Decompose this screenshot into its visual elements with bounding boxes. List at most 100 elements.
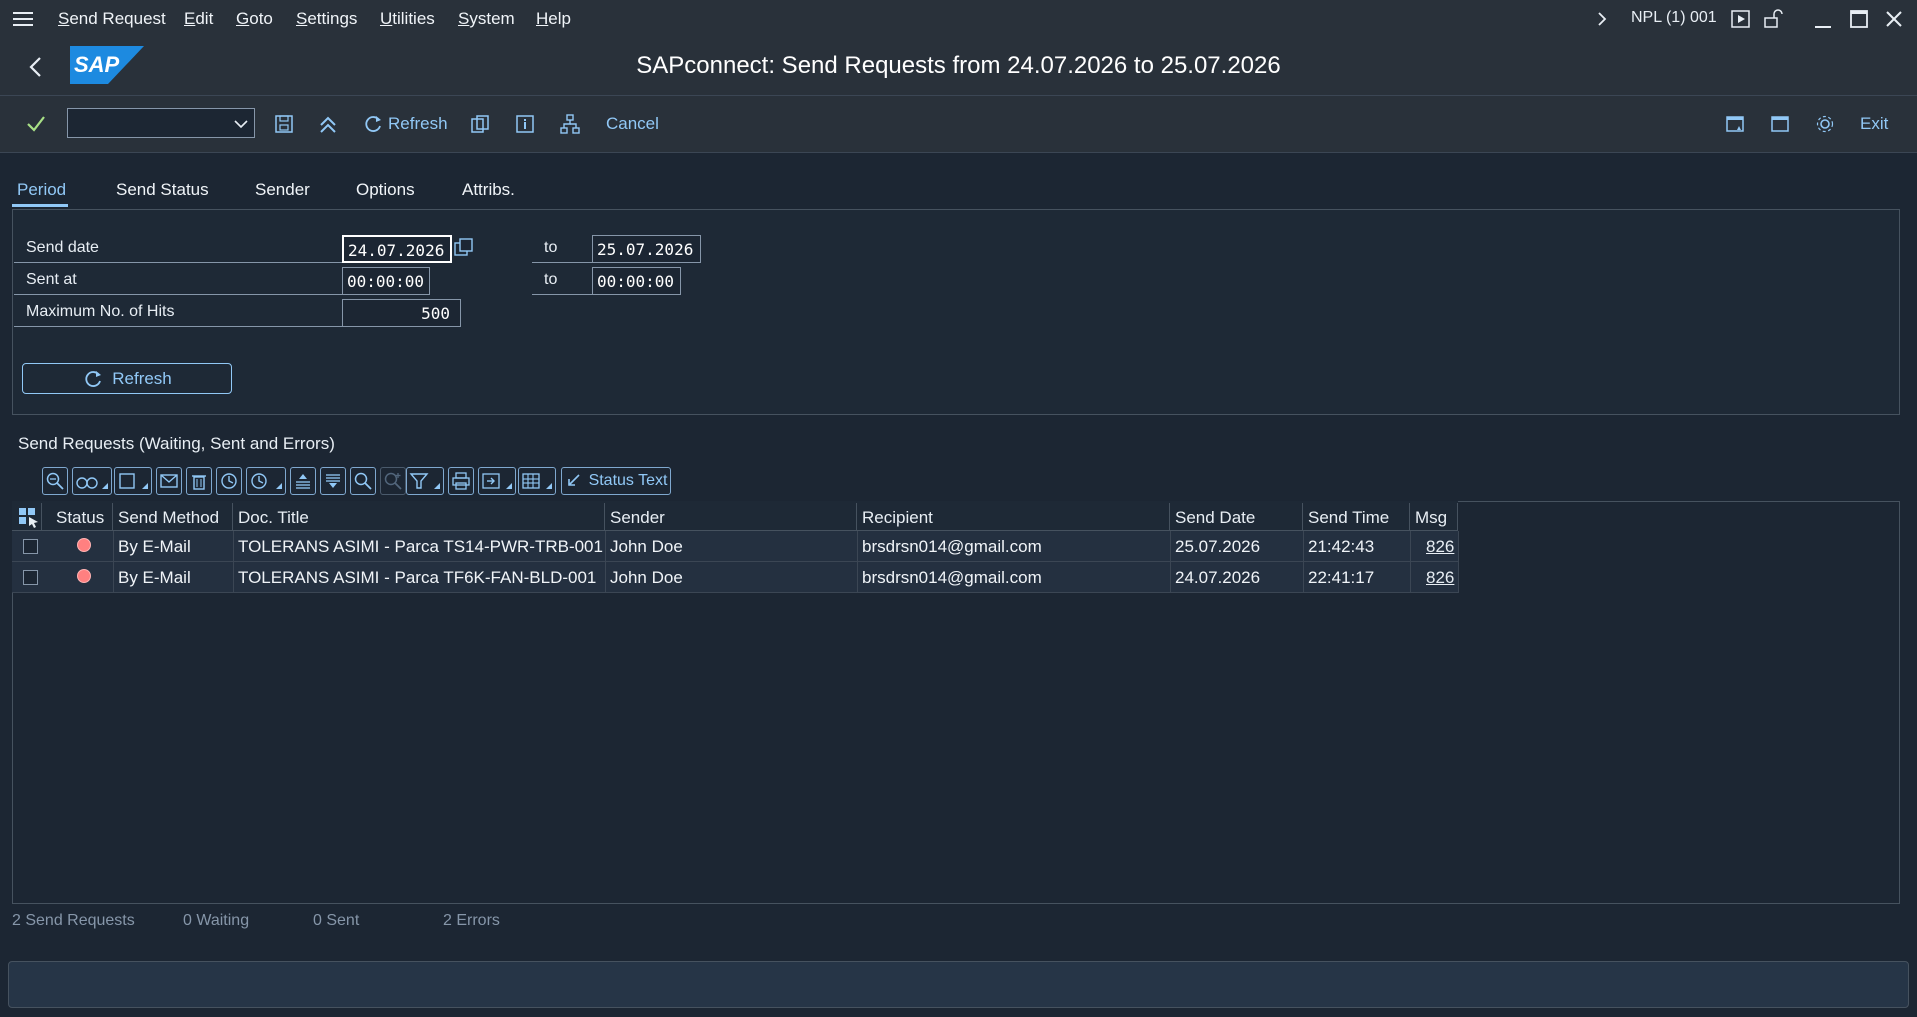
save-icon[interactable] [272,112,296,136]
cell-send-date: 25.07.2026 [1175,537,1261,556]
system-info: NPL (1) 001 [1631,9,1717,26]
print-icon[interactable] [448,467,474,495]
column-header-send-time[interactable]: Send Time [1303,503,1410,531]
sent-at-from-input[interactable]: 00:00:00 [342,267,430,295]
column-header-send-method[interactable]: Send Method [113,503,233,531]
calendar-value-help-icon[interactable] [452,236,476,262]
clock-icon[interactable] [216,467,242,495]
send-date-to-input[interactable]: 25.07.2026 [592,235,701,263]
sent-at-to-label: to [532,266,592,295]
column-header-recipient[interactable]: Recipient [857,503,1170,531]
row-selector-checkbox[interactable] [18,562,38,592]
menu-send-request[interactable]: Send Request [58,9,166,29]
application-toolbar: Refresh Cancel Exit [0,96,1917,153]
chevron-right-icon[interactable] [1594,9,1610,29]
tab-options[interactable]: Options [356,180,415,200]
zoom-details-icon[interactable] [42,467,68,495]
sent-at-to-input[interactable]: 00:00:00 [592,267,681,295]
column-divider [113,531,114,593]
double-chevron-up-icon[interactable] [316,112,340,136]
menu-help[interactable]: Help [536,9,571,29]
menu-settings[interactable]: Settings [296,9,357,29]
menu-bar: Send Request Edit Goto Settings Utilitie… [0,0,1917,38]
refresh-icon [85,370,102,387]
tab-send-status[interactable]: Send Status [116,180,209,200]
column-divider [233,531,234,593]
schedule-clock-dropdown-icon[interactable] [246,467,286,495]
menu-goto[interactable]: Goto [236,9,273,29]
mail-icon[interactable] [156,467,182,495]
checkmark-icon[interactable] [24,112,48,136]
select-all-icon[interactable] [16,505,40,529]
close-icon[interactable] [1883,8,1905,30]
column-header-doc-title[interactable]: Doc. Title [233,503,605,531]
max-hits-label: Maximum No. of Hits [14,298,342,327]
column-header-send-date[interactable]: Send Date [1170,503,1303,531]
page-title: SAPconnect: Send Requests from 24.07.202… [636,52,1281,79]
filter-icon[interactable] [406,467,444,495]
status-error-indicator [72,562,91,592]
toolbar-refresh-button[interactable]: Refresh [362,112,448,136]
cell-send-method: By E-Mail [118,537,191,556]
cell-msg-link[interactable]: 826 [1421,562,1454,592]
cell-doc-title: TOLERANS ASIMI - Parca TS14-PWR-TRB-001 [238,537,603,556]
total-requests-count: 2 Send Requests [12,912,135,929]
cell-recipient: brsdrsn014@gmail.com [862,568,1042,587]
status-text-button[interactable]: Status Text [561,467,671,495]
hierarchy-icon[interactable] [558,112,582,136]
section-title: Send Requests (Waiting, Sent and Errors) [18,434,335,453]
maximize-icon[interactable] [1848,8,1870,30]
cancel-button[interactable]: Cancel [606,114,659,134]
exit-button[interactable]: Exit [1860,114,1888,134]
cell-send-date: 24.07.2026 [1175,568,1261,587]
max-hits-input[interactable]: 500 [342,299,461,327]
window-layout-icon[interactable] [1768,112,1792,136]
copy-icon[interactable] [468,112,492,136]
refresh-icon [365,116,381,132]
sort-descending-icon[interactable] [320,467,346,495]
minimize-icon[interactable] [1812,8,1834,30]
row-selector-checkbox[interactable] [18,531,38,561]
tab-attribs[interactable]: Attribs. [462,180,515,200]
menu-system[interactable]: System [458,9,515,29]
column-divider [1303,531,1304,593]
column-header-msg[interactable]: Msg [1410,503,1458,531]
unlock-icon[interactable] [1762,8,1784,30]
search-icon[interactable] [350,467,376,495]
column-divider [1410,531,1411,593]
status-error-indicator [72,531,91,561]
new-window-icon[interactable] [1723,112,1747,136]
export-icon[interactable] [478,467,516,495]
refresh-button-label: Refresh [112,368,172,388]
hamburger-menu-icon[interactable] [12,9,34,29]
select-layout-icon[interactable] [114,467,152,495]
find-binoculars-icon[interactable] [72,467,112,495]
errors-count: 2 Errors [443,912,500,929]
send-date-to-label: to [532,234,592,263]
sort-ascending-icon[interactable] [290,467,316,495]
column-header-status[interactable]: Status [51,503,113,531]
status-bar[interactable] [8,961,1909,1008]
toolbar-refresh-label: Refresh [388,114,448,133]
tab-sender[interactable]: Sender [255,180,310,200]
tab-period[interactable]: Period [17,180,66,200]
send-date-from-input[interactable]: 24.07.2026 [342,235,452,263]
menu-edit[interactable]: Edit [184,9,213,29]
column-divider [1458,531,1459,593]
cell-recipient: brsdrsn014@gmail.com [862,537,1042,556]
waiting-count: 0 Waiting [183,912,250,929]
column-divider [857,531,858,593]
menu-utilities[interactable]: Utilities [380,9,435,29]
grid-layout-icon[interactable] [518,467,556,495]
refresh-button[interactable]: Refresh [22,363,232,394]
play-icon[interactable] [1730,8,1752,30]
title-bar: SAP SAPconnect: Send Requests from 24.07… [0,38,1917,96]
column-header-sender[interactable]: Sender [605,503,857,531]
cell-msg-link[interactable]: 826 [1421,531,1454,561]
cell-send-time: 21:42:43 [1308,537,1375,556]
settings-gear-icon[interactable] [1813,112,1837,136]
command-field[interactable] [67,108,255,138]
delete-trash-icon[interactable] [186,467,212,495]
chevron-down-icon[interactable] [232,115,250,133]
info-icon[interactable] [513,112,537,136]
